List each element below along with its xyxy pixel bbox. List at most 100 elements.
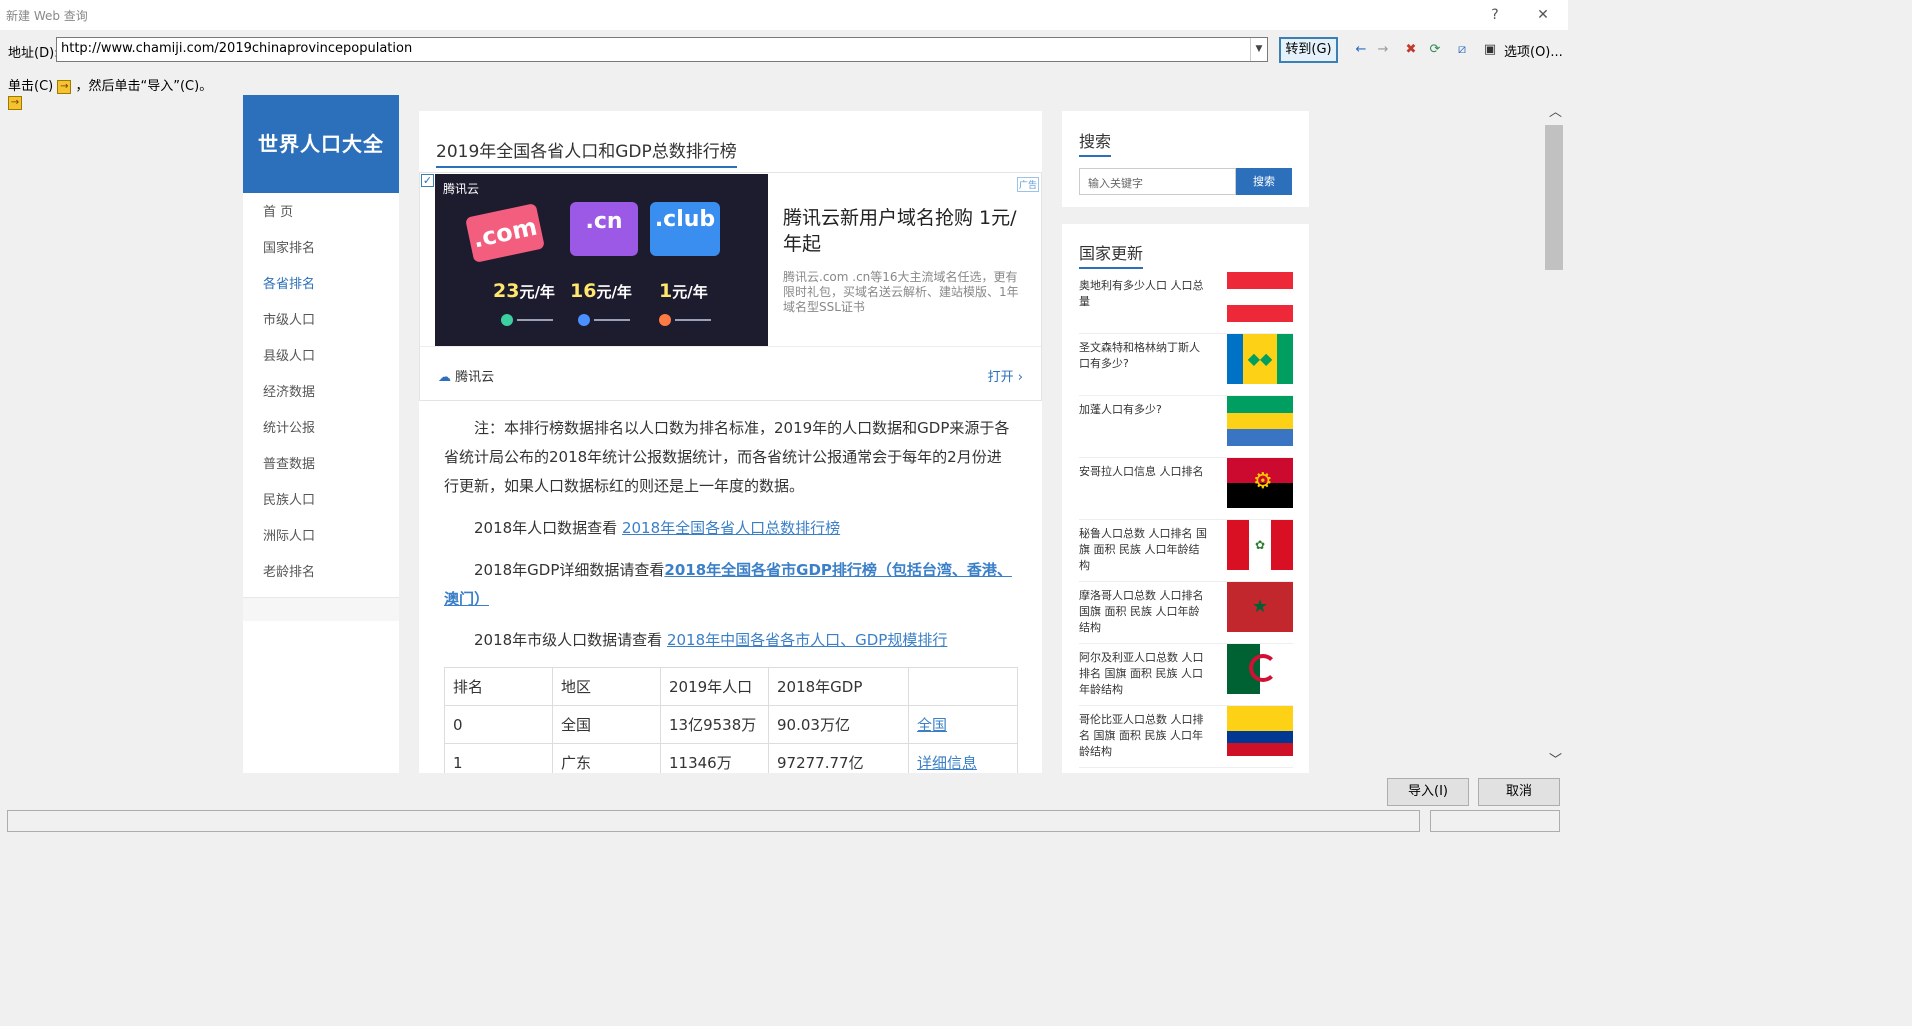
nav-item-ethnic[interactable]: 民族人口 (243, 483, 399, 519)
austria-flag-icon[interactable] (1227, 272, 1293, 322)
list-item[interactable]: 秘鲁人口总数 人口排名 国旗 面积 民族 人口年龄结构 ✿ (1079, 520, 1293, 582)
ad-banner[interactable]: ✓ 腾讯云 .com .cn .club 23元/年 16元/年 1元/年 广告… (419, 172, 1042, 401)
cancel-button[interactable]: 取消 (1478, 778, 1560, 806)
select-arrow-icon: → (57, 79, 72, 94)
list-item[interactable]: 哥伦比亚人口总数 人口排名 国旗 面积 民族 人口年龄结构 (1079, 706, 1293, 768)
scroll-down-icon[interactable]: ﹀ (1543, 749, 1568, 769)
ad-headline[interactable]: 腾讯云新用户域名抢购 1元/年起 (783, 205, 1028, 257)
algeria-flag-icon[interactable] (1227, 644, 1293, 694)
row-link[interactable]: 详细信息 (917, 754, 977, 772)
country-link[interactable]: 加蓬人口有多少? (1079, 402, 1209, 418)
progress-bar (1430, 810, 1560, 832)
help-button[interactable]: ? (1480, 3, 1510, 27)
dialog-footer: 导入(I) 取消 (0, 773, 1568, 841)
para-3-text: 2018年市级人口数据请查看 (474, 631, 667, 649)
scroll-thumb[interactable] (1545, 125, 1563, 270)
nav-item-province-rank[interactable]: 各省排名 (243, 267, 399, 303)
table-header-row: 排名 地区 2019年人口 2018年GDP (444, 667, 1018, 706)
address-dropdown-icon[interactable]: ▼ (1250, 38, 1267, 61)
ad-footer-brand-label: 腾讯云 (455, 370, 495, 385)
stop-icon[interactable]: ✖ (1402, 41, 1420, 59)
list-item[interactable]: 加蓬人口有多少? (1079, 396, 1293, 458)
nav-item-continent[interactable]: 洲际人口 (243, 519, 399, 555)
ad-price-1-unit: 元/年 (519, 283, 555, 301)
list-item[interactable]: 摩洛哥人口总数 人口排名 国旗 面积 民族 人口年龄结构 ★ (1079, 582, 1293, 644)
title-bar: 新建 Web 查询 ? ✕ (0, 0, 1568, 30)
search-input[interactable]: 输入关键字 (1079, 168, 1236, 195)
close-button[interactable]: ✕ (1528, 3, 1558, 27)
article-title: 2019年全国各省人口和GDP总数排行榜 (436, 137, 737, 168)
search-panel: 搜索 输入关键字 搜索 (1062, 111, 1309, 207)
morocco-flag-icon[interactable]: ★ (1227, 582, 1293, 632)
para-1-text: 2018年人口数据查看 (474, 519, 622, 537)
gabon-flag-icon[interactable] (1227, 396, 1293, 446)
header-pop-2019: 2019年人口 (660, 667, 769, 706)
address-bar: 地址(D): http://www.chamiji.com/2019chinap… (0, 30, 1568, 70)
country-link[interactable]: 哥伦比亚人口总数 人口排名 国旗 面积 民族 人口年龄结构 (1079, 712, 1209, 760)
ad-line (594, 319, 630, 321)
select-table-checkbox[interactable]: ✓ (421, 174, 434, 187)
cell-region: 广东 (552, 743, 661, 773)
header-link (908, 667, 1018, 706)
site-logo[interactable]: 世界人口大全 (243, 95, 399, 193)
nav-item-home[interactable]: 首 页 (243, 195, 399, 231)
ad-dot-blue (578, 314, 590, 326)
colombia-flag-icon[interactable] (1227, 706, 1293, 756)
instruction-prefix: 单击(C) (8, 79, 54, 94)
country-link[interactable]: 秘鲁人口总数 人口排名 国旗 面积 民族 人口年龄结构 (1079, 526, 1209, 574)
vertical-scrollbar[interactable]: ︿ ﹀ (1543, 95, 1568, 773)
list-item[interactable]: 安哥拉人口信息 人口排名 ⚙ (1079, 458, 1293, 520)
address-input[interactable]: http://www.chamiji.com/2019chinaprovince… (56, 37, 1268, 62)
ad-image[interactable]: 腾讯云 .com .cn .club 23元/年 16元/年 1元/年 (435, 174, 768, 347)
article-note: 注：本排行榜数据排名以人口数为排名标准，2019年的人口数据和GDP来源于各省统… (444, 419, 1010, 495)
ad-open-link[interactable]: 打开 › (988, 366, 1023, 385)
nav-item-census[interactable]: 普查数据 (243, 447, 399, 483)
country-link[interactable]: 圣文森特和格林纳丁斯人口有多少? (1079, 340, 1209, 372)
angola-flag-icon[interactable]: ⚙ (1227, 458, 1293, 508)
list-item[interactable]: 圣文森特和格林纳丁斯人口有多少? ◆◆ (1079, 334, 1293, 396)
nav-item-bulletin[interactable]: 统计公报 (243, 411, 399, 447)
country-link[interactable]: 阿尔及利亚人口总数 人口排名 国旗 面积 民族 人口年龄结构 (1079, 650, 1209, 698)
nav-item-economy[interactable]: 经济数据 (243, 375, 399, 411)
refresh-icon[interactable]: ⟳ (1426, 41, 1444, 59)
nav-item-city-pop[interactable]: 市级人口 (243, 303, 399, 339)
ad-price-1: 23 (493, 280, 520, 302)
search-button[interactable]: 搜索 (1236, 168, 1292, 195)
ad-line (517, 319, 553, 321)
population-table: 排名 地区 2019年人口 2018年GDP 0 全国 13亿9538万 90.… (444, 667, 1018, 773)
row-link[interactable]: 全国 (917, 716, 947, 734)
table-row: 1 广东 11346万 97277.77亿 详细信息 (444, 743, 1018, 773)
link-2018-pop-rank[interactable]: 2018年全国各省人口总数排行榜 (622, 519, 840, 537)
save-query-icon[interactable]: ▣ (1481, 41, 1499, 59)
nav-item-county-pop[interactable]: 县级人口 (243, 339, 399, 375)
st-vincent-flag-icon[interactable]: ◆◆ (1227, 334, 1293, 384)
cell-region: 全国 (552, 705, 661, 744)
cell-link: 详细信息 (908, 743, 1018, 773)
options-button[interactable]: 选项(O)... (1504, 41, 1563, 60)
hide-icons-icon[interactable]: ⧄ (1453, 41, 1471, 59)
list-item[interactable]: 奥地利有多少人口 人口总量 (1079, 272, 1293, 334)
link-2018-city-rank[interactable]: 2018年中国各省各市人口、GDP规模排行 (667, 631, 947, 649)
cloud-icon: ☁ (438, 370, 451, 385)
address-label: 地址(D): (8, 46, 59, 61)
import-button[interactable]: 导入(I) (1387, 778, 1469, 806)
ad-price-3-unit: 元/年 (672, 283, 708, 301)
goto-button[interactable]: 转到(G) (1279, 37, 1338, 63)
back-arrow-icon[interactable]: ← (1352, 41, 1370, 59)
nav-divider (243, 597, 399, 621)
forward-arrow-icon[interactable]: → (1374, 41, 1392, 59)
left-nav: 世界人口大全 首 页 国家排名 各省排名 市级人口 县级人口 经济数据 统计公报… (243, 95, 399, 773)
page-select-arrow-icon[interactable]: → (8, 96, 22, 110)
cell-rank: 1 (444, 743, 553, 773)
instruction-text: 单击(C) → ，然后单击“导入”(C)。 (8, 75, 212, 94)
main-content: 2019年全国各省人口和GDP总数排行榜 ✓ 腾讯云 .com .cn .clu… (419, 111, 1042, 773)
cell-rank: 0 (444, 705, 553, 744)
country-link[interactable]: 摩洛哥人口总数 人口排名 国旗 面积 民族 人口年龄结构 (1079, 588, 1209, 636)
peru-flag-icon[interactable]: ✿ (1227, 520, 1293, 570)
nav-item-country-rank[interactable]: 国家排名 (243, 231, 399, 267)
scroll-up-icon[interactable]: ︿ (1543, 101, 1568, 121)
country-link[interactable]: 奥地利有多少人口 人口总量 (1079, 278, 1209, 310)
list-item[interactable]: 阿尔及利亚人口总数 人口排名 国旗 面积 民族 人口年龄结构 (1079, 644, 1293, 706)
country-link[interactable]: 安哥拉人口信息 人口排名 (1079, 464, 1209, 480)
nav-item-aging[interactable]: 老龄排名 (243, 555, 399, 591)
